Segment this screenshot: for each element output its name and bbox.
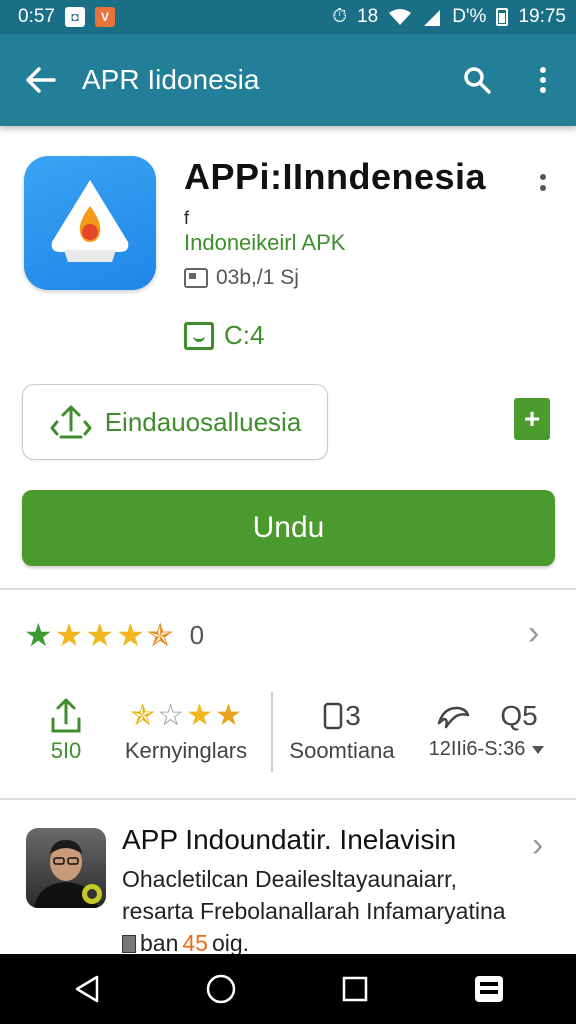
star-half-icon: ✯ (130, 699, 156, 732)
content-rating-icon (184, 321, 214, 350)
share-button[interactable]: Eindauosalluesia (22, 384, 328, 460)
search-button[interactable] (444, 34, 510, 126)
person-photo-icon (34, 840, 102, 908)
app-meta-small: f (184, 208, 190, 228)
dot-icon (540, 173, 546, 180)
review-title: APP Indoundatir. Inelavisin (122, 824, 457, 855)
divider (0, 798, 576, 800)
content-rating-row: C:4 (184, 320, 264, 351)
app-icon (24, 156, 156, 290)
keyboard-toggle-icon (475, 976, 503, 1002)
install-button[interactable]: Undu (22, 490, 555, 566)
status-time-right: 19:75 (518, 6, 566, 27)
nav-recents-button[interactable] (325, 959, 385, 1019)
app-bar-title: APR Iidonesia (82, 64, 260, 95)
star-icon: ★ (186, 699, 214, 732)
rating-count: 0 (189, 619, 205, 650)
nav-back-button[interactable] (57, 959, 117, 1019)
more-options-button[interactable] (510, 34, 576, 126)
stat-top-downloads (49, 694, 83, 738)
battery-icon (496, 8, 509, 26)
status-signal-text: D'% (452, 6, 487, 27)
rating-stars-row[interactable]: ★ ★ ★ ★ ✯ 0 (24, 618, 204, 652)
chevron-right-icon[interactable]: › (528, 614, 539, 653)
stat-top-rating: ✯ ☆ ★ ★ (130, 694, 242, 738)
content-rating-value: C:4 (224, 320, 265, 350)
app-bar: APR Iidonesia (0, 34, 576, 126)
stat-label-category: Soomtiana (289, 738, 395, 763)
upload-icon (51, 698, 81, 733)
app-logo-icon (51, 180, 129, 262)
developer-link[interactable]: Indoneikeirl APK (184, 230, 345, 256)
divider (0, 588, 576, 590)
alarm-icon: ⏱ (332, 6, 348, 27)
review-line: resarta Frebolanallarah Infamaryatina (122, 898, 506, 924)
divider (271, 692, 273, 772)
share-button-label: Eindauosalluesia (104, 406, 302, 437)
caret-down-icon (532, 745, 545, 754)
status-time-left: 0:57 (18, 6, 55, 27)
back-button[interactable] (0, 34, 82, 126)
status-alarm-text: 18 (357, 6, 379, 27)
star-icon: ★ (85, 617, 115, 653)
review-line3-highlight: 45 (182, 930, 208, 956)
more-vert-icon (540, 67, 546, 93)
stat-label-downloads: 5I0 (50, 738, 82, 763)
star-half-icon: ✯ (146, 617, 174, 653)
wifi-icon (389, 9, 412, 25)
avatar[interactable] (26, 828, 106, 908)
review-line: Ohacletilcan Deailesltayaunaiarr, (122, 866, 457, 892)
star-outline-icon: ☆ (157, 699, 185, 732)
stat-rating: ✯ ☆ ★ ★ Kernyinglars (116, 694, 256, 764)
circle-home-icon (206, 974, 236, 1004)
navigation-bar (0, 954, 576, 1024)
stat-label-rating: Kernyinglars (124, 738, 248, 763)
stat-label-similar-wrap: 12IIi6-S:36 (429, 738, 546, 761)
status-left: 0:57 ◘ V (18, 6, 115, 28)
bird-icon (438, 706, 470, 729)
dot-icon (540, 184, 546, 191)
add-button[interactable]: + (514, 398, 550, 440)
review-line3-suffix: oig. (211, 930, 250, 956)
star-icon: ★ (215, 699, 242, 732)
app-title: APPi:IInndenesia (184, 156, 487, 197)
size-row: 03b,/1 Sj (184, 266, 299, 290)
nav-home-button[interactable] (191, 959, 251, 1019)
screenshot-icon: ◘ (64, 7, 85, 27)
status-bar: 0:57 ◘ V ⏱ 18 D'% 19:75 (0, 0, 576, 34)
review-line3-prefix: ban (140, 930, 179, 956)
tablet-icon (323, 702, 343, 730)
nav-keyboard-button[interactable] (459, 959, 519, 1019)
stat-label-similar: 12IIi6-S:36 (428, 738, 526, 760)
app-overflow-button[interactable] (528, 164, 558, 200)
signal-icon (424, 10, 441, 26)
stat-similar[interactable]: Q5 12IIi6-S:36 (412, 694, 562, 761)
size-text: 03b,/1 Sj (216, 266, 299, 289)
arrow-left-icon (26, 67, 56, 93)
review-line: ban 45 oig. (122, 930, 249, 957)
document-icon (122, 934, 136, 953)
stat-top-category-text: 3 (345, 700, 361, 731)
shield-app-icon: V (94, 7, 115, 27)
search-icon (464, 67, 491, 94)
stat-downloads: 5I0 (36, 694, 96, 764)
star-icon: ★ (116, 617, 145, 653)
stat-top-similar: Q5 (436, 694, 538, 738)
stat-top-category: 3 (323, 694, 361, 738)
chevron-right-icon[interactable]: › (532, 826, 543, 865)
storage-icon (184, 268, 208, 288)
triangle-back-icon (75, 975, 99, 1003)
star-icon: ★ (54, 617, 84, 653)
share-icon (50, 405, 92, 439)
stat-category: 3 Soomtiana (282, 694, 402, 764)
star-icon: ★ (24, 617, 53, 653)
stat-top-similar-text: Q5 (500, 700, 538, 731)
status-right: ⏱ 18 D'% 19:75 (332, 6, 566, 28)
square-recents-icon (342, 976, 368, 1002)
